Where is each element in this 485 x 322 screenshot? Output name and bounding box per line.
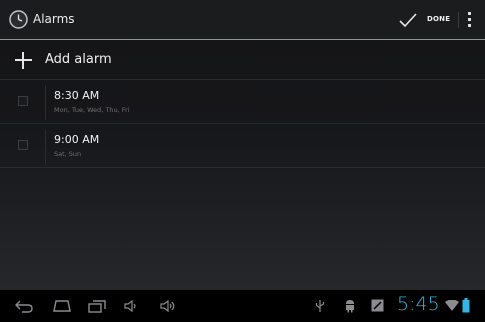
alarm-enable-checkbox[interactable] [18,140,28,150]
system-bar: 5:45 [0,290,485,322]
alarm-divider [45,129,46,164]
alarm-item[interactable]: 8:30 AM Mon, Tue, Wed, Thu, Fri [0,81,485,124]
alarm-time: 8:30 AM [54,89,100,102]
action-bar: Alarms DONE [0,0,485,40]
notification-icon [371,299,384,312]
back-icon[interactable] [14,299,34,313]
usb-icon [315,300,325,312]
add-alarm-label: Add alarm [45,52,112,67]
done-label: DONE [427,15,451,23]
android-debug-icon [346,300,354,313]
battery-icon [462,298,470,313]
alarm-clock-icon[interactable] [9,10,28,29]
home-icon[interactable] [52,300,72,312]
alarm-time: 9:00 AM [54,133,100,146]
overflow-menu-icon[interactable] [462,8,478,32]
alarm-divider [45,85,46,120]
done-button[interactable]: DONE [393,8,459,32]
alarm-days: Mon, Tue, Wed, Thu, Fri [54,106,130,114]
wifi-icon [445,300,459,311]
checkmark-icon [399,13,417,28]
volume-up-icon[interactable] [160,300,176,312]
alarms-screen: Alarms DONE Add alarm 8:30 AM Mon, Tue, … [0,0,485,322]
status-clock: 5:45 [397,293,440,315]
app-title: Alarms [33,12,75,26]
alarm-days: Sat, Sun [54,150,82,158]
add-alarm-row[interactable]: Add alarm [0,41,485,80]
alarm-enable-checkbox[interactable] [18,96,28,106]
alarm-item[interactable]: 9:00 AM Sat, Sun [0,125,485,168]
action-bar-divider [458,12,459,28]
volume-down-icon[interactable] [124,300,138,312]
plus-icon [15,52,32,69]
recent-apps-icon[interactable] [88,299,106,313]
